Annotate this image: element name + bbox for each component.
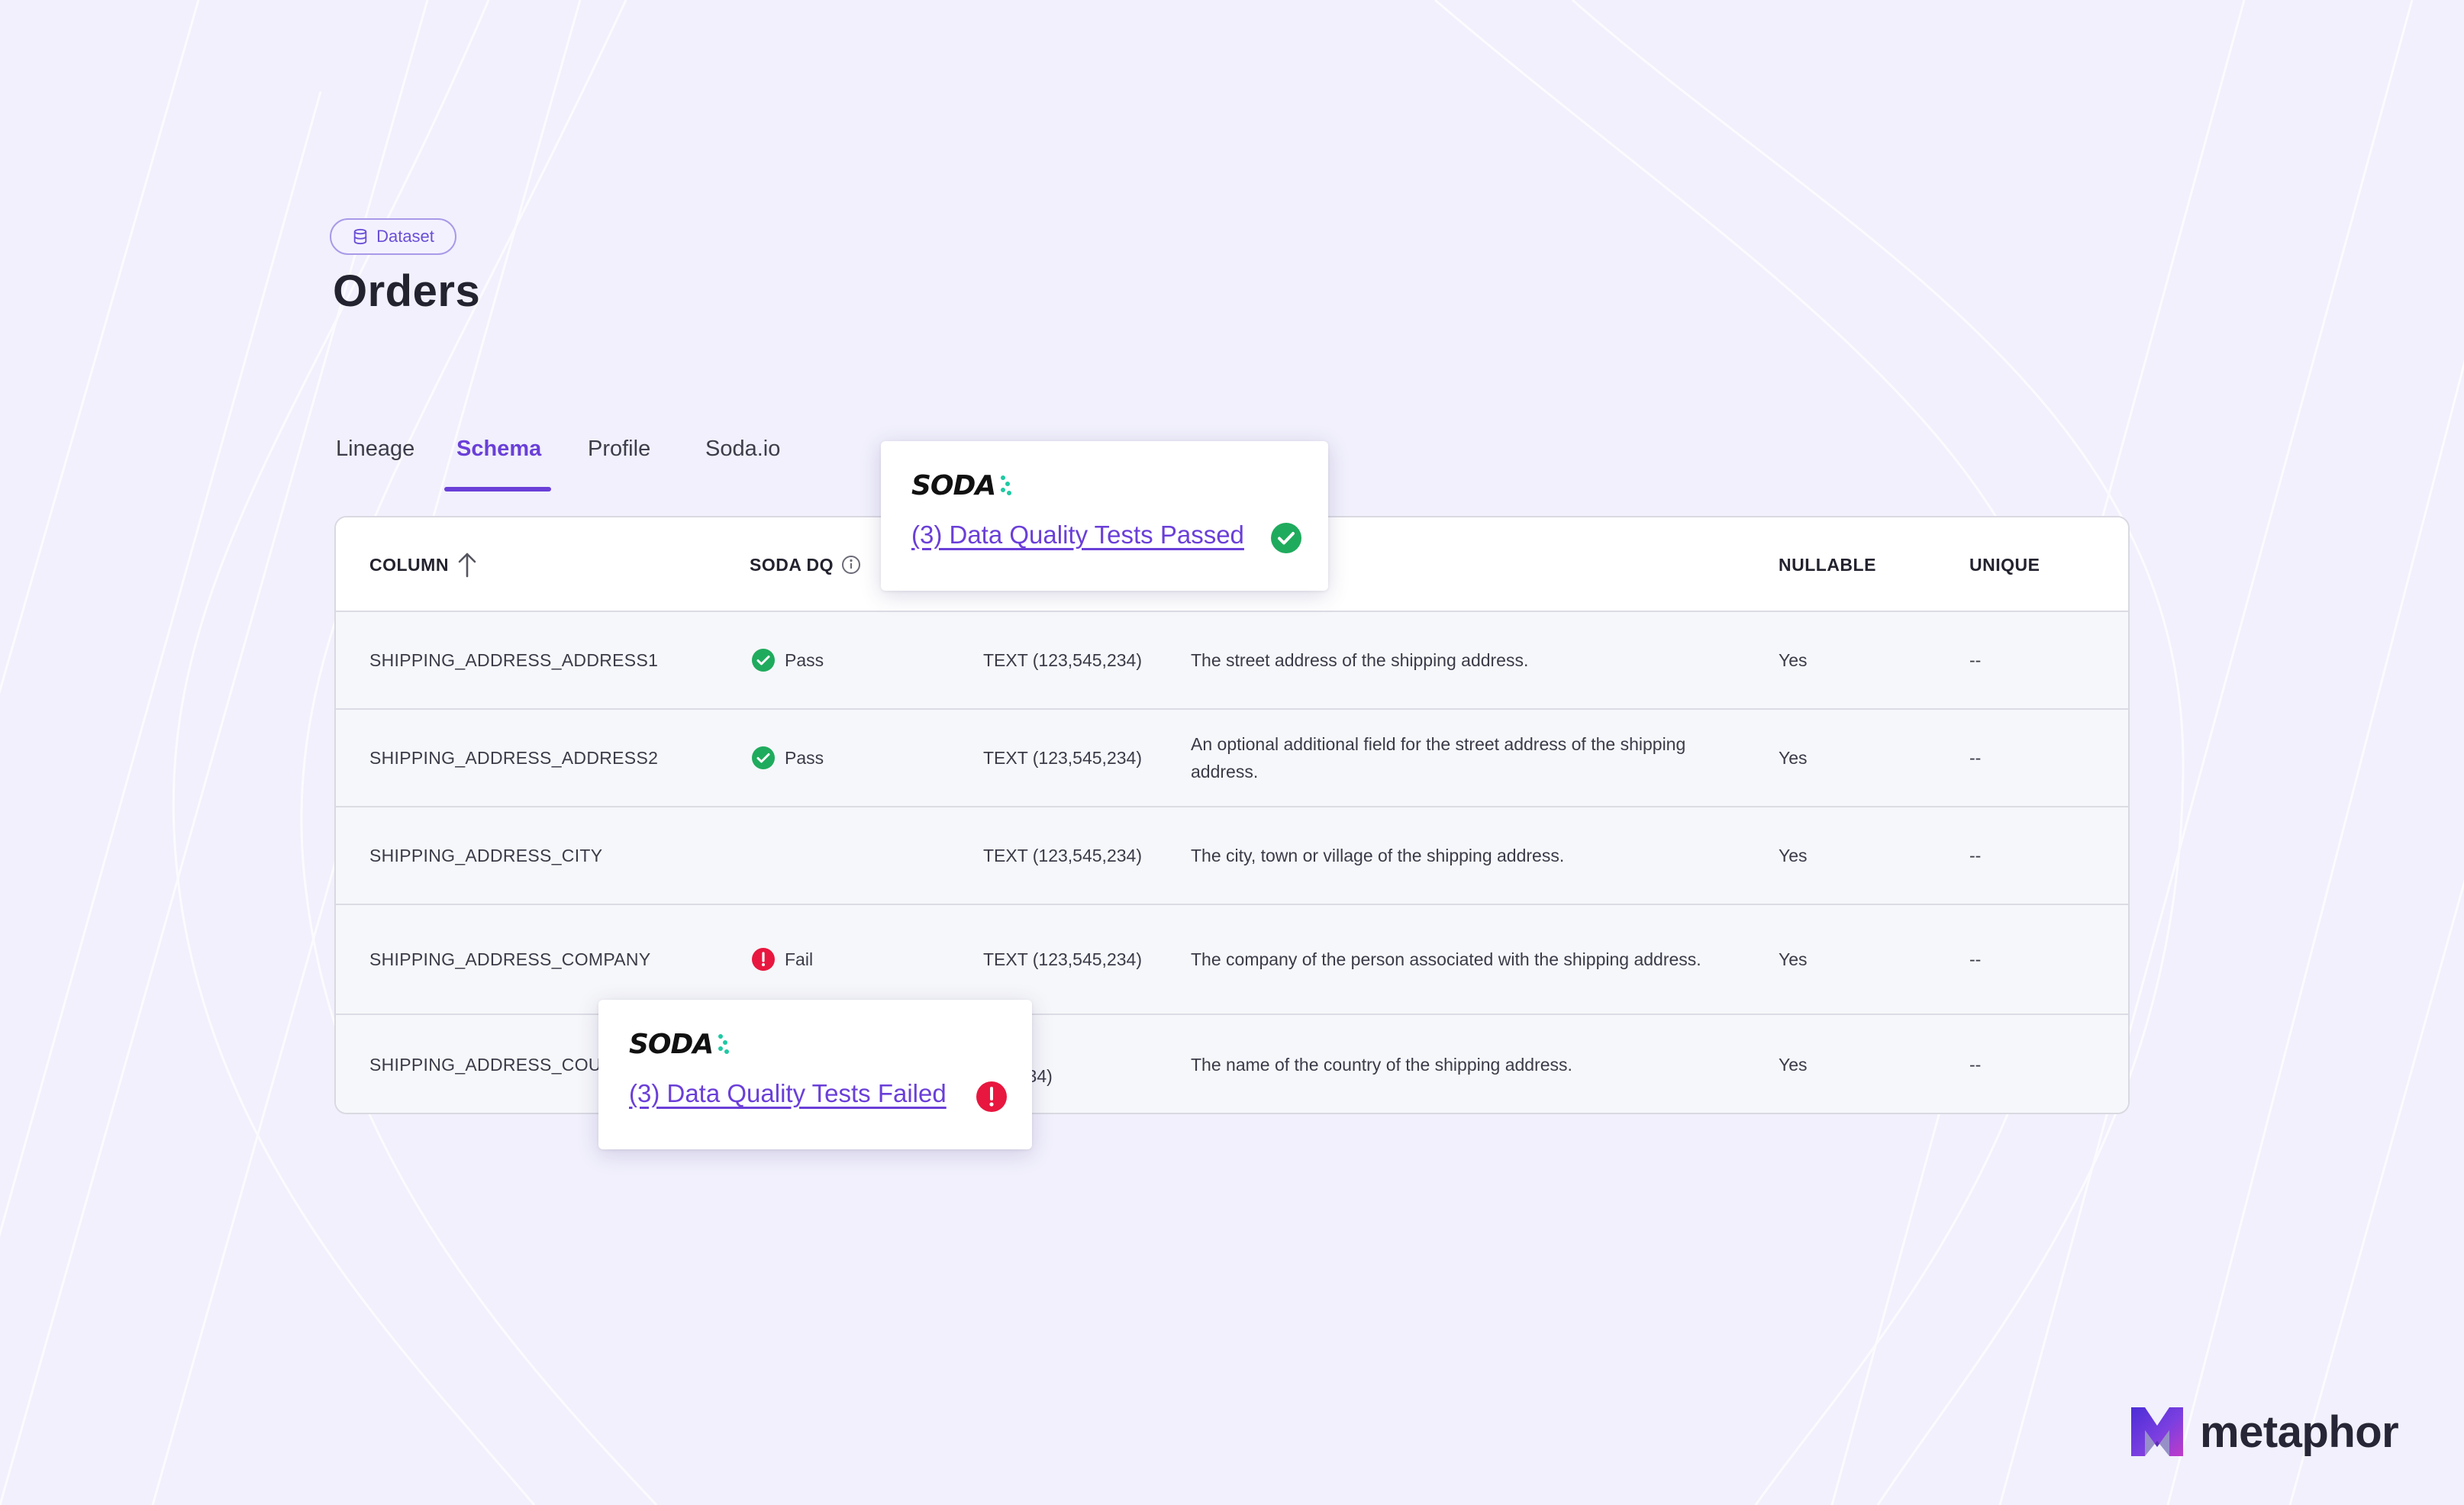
nullable-value: Yes: [1779, 949, 1808, 969]
unique-value: --: [1969, 748, 1982, 768]
column-description: The city, town or village of the shippin…: [1191, 846, 1565, 865]
soda-logo-dots-icon: [718, 1034, 729, 1054]
dq-label: Pass: [785, 748, 824, 768]
column-type: TEXT (123,545,234): [983, 748, 1142, 768]
table-row[interactable]: SHIPPING_ADDRESS_CITY TEXT (123,545,234)…: [336, 807, 2128, 905]
table-row[interactable]: SHIPPING_ADDRESS_ADDRESS1 Pass TEXT (123…: [336, 612, 2128, 710]
dq-label: Pass: [785, 650, 824, 670]
alert-circle-icon: [752, 948, 775, 971]
column-description: The name of the country of the shipping …: [1191, 1055, 1572, 1075]
nullable-value: Yes: [1779, 846, 1808, 865]
failed-tests-link[interactable]: (3) Data Quality Tests Failed: [629, 1079, 947, 1108]
nullable-value: Yes: [1779, 748, 1808, 768]
tab-schema[interactable]: Schema: [456, 437, 541, 462]
unique-value: --: [1969, 949, 1982, 969]
soda-logo: SODA: [629, 1029, 714, 1060]
dq-status[interactable]: Fail: [751, 905, 813, 1014]
column-header-soda-dq[interactable]: SODA DQ: [750, 517, 861, 612]
column-description: The company of the person associated wit…: [1191, 949, 1701, 969]
active-tab-indicator: [444, 487, 551, 491]
soda-logo: SODA: [911, 470, 996, 501]
dq-status[interactable]: Pass: [751, 612, 824, 708]
passed-tests-link[interactable]: (3) Data Quality Tests Passed: [911, 520, 1244, 549]
column-name: SHIPPING_ADDRESS_ADDRESS1: [369, 650, 659, 670]
badge-label: Dataset: [376, 227, 434, 246]
tab-profile[interactable]: Profile: [588, 437, 650, 462]
column-name: SHIPPING_ADDRESS_COUI: [369, 1055, 607, 1075]
metaphor-brand: metaphor: [2128, 1403, 2399, 1461]
table-row[interactable]: SHIPPING_ADDRESS_ADDRESS2 Pass TEXT (123…: [336, 710, 2128, 807]
column-name: SHIPPING_ADDRESS_COMPANY: [369, 949, 651, 969]
brand-name: metaphor: [2200, 1407, 2399, 1457]
soda-logo-dots-icon: [1001, 475, 1011, 495]
column-header-column[interactable]: COLUMN: [369, 517, 478, 612]
info-icon[interactable]: [841, 555, 861, 575]
alert-circle-icon: [976, 1081, 1007, 1112]
column-description: The street address of the shipping addre…: [1191, 650, 1529, 670]
column-type: TEXT (123,545,234): [983, 846, 1142, 865]
nullable-value: Yes: [1779, 1055, 1808, 1075]
column-type: TEXT (123,545,234): [983, 949, 1142, 969]
column-name: SHIPPING_ADDRESS_CITY: [369, 846, 603, 865]
dq-label: Fail: [785, 949, 814, 969]
database-icon: [353, 228, 367, 245]
soda-passed-popup: SODA (3) Data Quality Tests Passed: [881, 441, 1328, 591]
column-header-unique[interactable]: UNIQUE: [1969, 517, 2040, 612]
sort-ascending-icon[interactable]: [456, 552, 478, 578]
column-description: An optional additional field for the str…: [1191, 734, 1686, 782]
soda-failed-popup: SODA (3) Data Quality Tests Failed: [598, 1000, 1032, 1149]
check-circle-icon: [752, 746, 775, 769]
tab-soda-io[interactable]: Soda.io: [705, 437, 780, 462]
check-circle-icon: [752, 649, 775, 672]
column-type: TEXT (123,545,234): [983, 650, 1142, 670]
nullable-value: Yes: [1779, 650, 1808, 670]
soda-dq-header-label: SODA DQ: [750, 554, 834, 575]
column-name: SHIPPING_ADDRESS_ADDRESS2: [369, 748, 659, 768]
unique-value: --: [1969, 650, 1982, 670]
metaphor-logo-icon: [2131, 1407, 2183, 1456]
table-row[interactable]: SHIPPING_ADDRESS_COMPANY Fail TEXT (123,…: [336, 905, 2128, 1015]
check-circle-icon: [1271, 523, 1301, 553]
dataset-badge: Dataset: [330, 218, 456, 255]
column-header-nullable[interactable]: NULLABLE: [1779, 517, 1876, 612]
tab-lineage[interactable]: Lineage: [336, 437, 414, 462]
unique-value: --: [1969, 1055, 1982, 1075]
unique-value: --: [1969, 846, 1982, 865]
page-title: Orders: [333, 266, 481, 316]
dq-status[interactable]: Pass: [751, 710, 824, 806]
column-header-label: COLUMN: [369, 554, 449, 575]
